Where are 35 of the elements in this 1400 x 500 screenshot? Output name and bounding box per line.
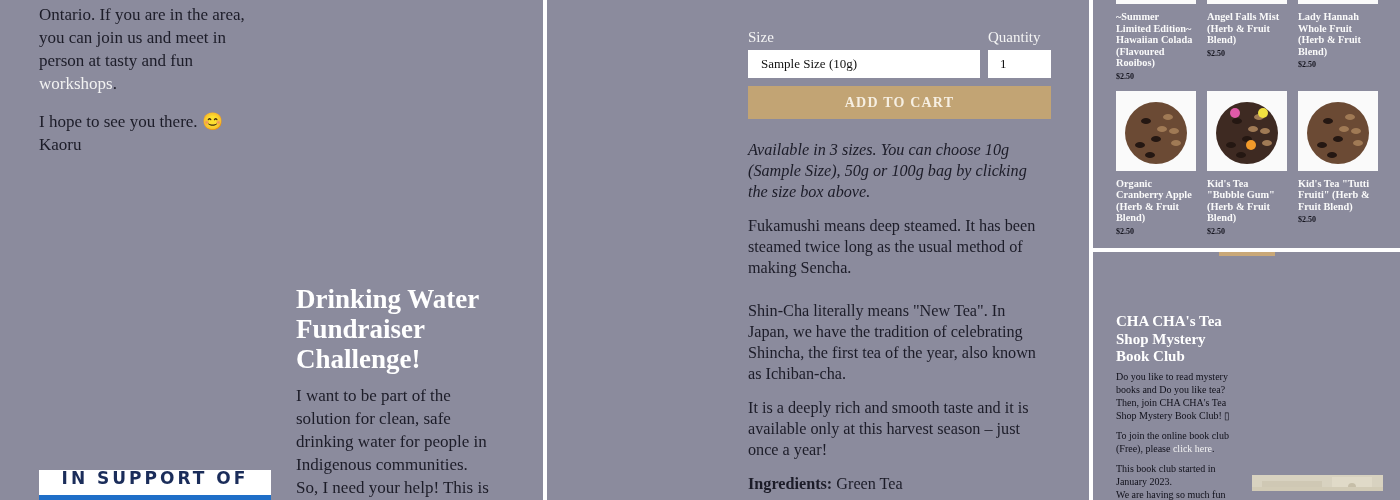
paragraph-line: This book club started in January 2023. (1116, 461, 1217, 488)
product-name[interactable]: Angel Falls Mist (Herb & Fruit Blend) (1207, 11, 1287, 46)
paragraph: Do you like to read mystery books and Do you like tea? Then, join CHA CHA's Tea Shop Mystery Book Club! ▯ (1116, 369, 1232, 422)
product-price: $2.50 (1116, 71, 1135, 81)
product-name[interactable]: ~Summer Limited Edition~ Hawaiian Colada (Flavoured Rooibos) (1116, 11, 1196, 69)
quantity-field[interactable]: 1 (988, 50, 1051, 78)
product-name[interactable]: Kid's Tea "Bubble Gum" (Herb & Fruit Blend) (1207, 177, 1287, 224)
size-label: Size (748, 28, 774, 47)
product-price: $2.50 (1207, 48, 1226, 58)
product-price: $2.50 (1207, 226, 1226, 236)
product-name[interactable]: Lady Hannah Whole Fruit (Herb & Fruit Blend) (1298, 11, 1378, 57)
product-name[interactable]: Kid's Tea "Tutti Fruiti" (Herb & Fruit Blend) (1298, 177, 1378, 212)
paragraph-line: We are having so much fun (1116, 487, 1226, 500)
paragraph: Fukamushi means deep steamed. It has been steamed twice long as the usual method of making Sencha. (748, 216, 1037, 279)
product-price: $2.50 (1298, 60, 1317, 69)
quantity-label: Quantity (988, 28, 1042, 47)
workshops-link[interactable]: workshops (39, 74, 113, 93)
add-to-cart-button[interactable]: ADD TO CART (748, 86, 1051, 119)
paragraph: So, I need your help! This is (296, 477, 490, 499)
banner-text: IN SUPPORT OF (61, 470, 249, 487)
size-dropdown[interactable]: Sample Size (10g) (748, 50, 980, 78)
product-price: $2.50 (1116, 226, 1135, 236)
heading: Drinking Water Fundraiser Challenge! (296, 284, 480, 374)
description: Available in 3 sizes. You can choose 10g (Sample Size), 50g or 100g bag by clicking the size box above. (748, 140, 1028, 203)
closing-text: I hope to see you there. 😊 (39, 111, 223, 133)
ingredients-text: Ingredients: Green Tea (748, 474, 904, 495)
paragraph: I want to be part of the solution for clean, safe drinking water for people in Indigenous communities. (296, 385, 488, 476)
product-price: $2.50 (1298, 215, 1317, 224)
paragraph: Ontario. If you are in the area, you can join us and meet in person at tasty and fun workshops. (39, 4, 246, 95)
paragraph: To join the online book club (Free), please click here. (1116, 428, 1230, 455)
closing-text: Kaoru (39, 134, 82, 156)
product-name[interactable]: Organic Cranberry Apple (Herb & Fruit Blend) (1116, 177, 1196, 224)
paragraph: It is a deeply rich and smooth taste and it is available only at this harvest season – just once a year! (748, 398, 1030, 461)
heading: CHA CHA's Tea Shop Mystery Book Club (1116, 313, 1223, 366)
paragraph: Shin-Cha literally means "New Tea". In Japan, we have the tradition of celebrating Shincha, the first tea of the year, also known as Ichiban-cha. (748, 301, 1037, 385)
